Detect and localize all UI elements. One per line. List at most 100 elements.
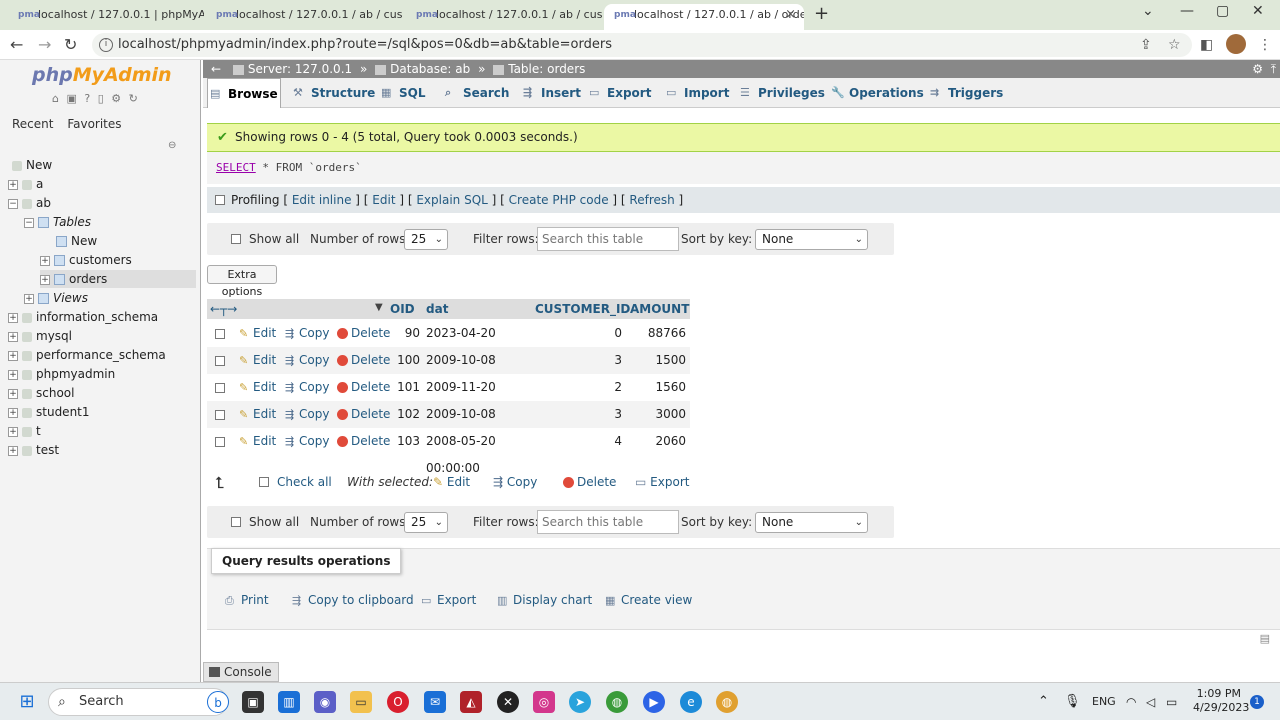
cell-oid[interactable]: 103: [390, 428, 420, 455]
media-app-icon[interactable]: ◭: [460, 691, 482, 713]
explain-sql-link[interactable]: Explain SQL: [416, 193, 488, 207]
create-php-code-link[interactable]: Create PHP code: [509, 193, 609, 207]
bookmark-icon[interactable]: ▤: [1260, 632, 1270, 645]
expand-icon[interactable]: +: [8, 312, 18, 323]
site-info-icon[interactable]: i: [99, 38, 113, 52]
docs-icon[interactable]: ▯: [98, 92, 106, 105]
breadcrumb-database[interactable]: Database: ab: [390, 62, 470, 76]
row-copy-button[interactable]: ⇶ Copy: [285, 320, 329, 347]
tree-db-a[interactable]: + a: [8, 175, 43, 193]
notification-badge[interactable]: 1: [1250, 695, 1264, 709]
bulk-edit-button[interactable]: ✎ Edit: [433, 470, 470, 495]
tree-table-orders[interactable]: + orders: [40, 270, 196, 288]
column-header-amount[interactable]: AMOUNT: [630, 299, 689, 319]
cell-amount[interactable]: 3000: [630, 401, 686, 428]
expand-icon[interactable]: +: [8, 407, 18, 418]
zoom-icon[interactable]: ▶: [643, 691, 665, 713]
tree-tables-group[interactable]: − Tables: [24, 213, 91, 231]
row-edit-button[interactable]: ✎ Edit: [239, 428, 276, 455]
chrome-icon[interactable]: ◍: [606, 691, 628, 713]
column-header-oid[interactable]: OID: [390, 299, 415, 319]
telegram-icon[interactable]: ➤: [569, 691, 591, 713]
sql-keyword-select[interactable]: SELECT: [216, 161, 256, 174]
cell-oid[interactable]: 102: [390, 401, 420, 428]
close-window-icon[interactable]: ✕: [1252, 3, 1264, 19]
cell-customer-id[interactable]: 4: [535, 428, 622, 455]
sidepanel-icon[interactable]: ◧: [1200, 37, 1213, 53]
url-field[interactable]: i localhost/phpmyadmin/index.php?route=/…: [92, 33, 1192, 57]
tray-chevron-up-icon[interactable]: ⌃: [1038, 683, 1049, 721]
create-view-button[interactable]: ▦ Create view: [605, 593, 692, 607]
windows-start-icon[interactable]: ⊞: [16, 691, 38, 713]
bookmark-star-icon[interactable]: ☆: [1168, 37, 1181, 53]
row-edit-button[interactable]: ✎ Edit: [239, 347, 276, 374]
row-edit-button[interactable]: ✎ Edit: [239, 320, 276, 347]
show-all-checkbox[interactable]: [231, 234, 241, 244]
minimize-icon[interactable]: —: [1180, 3, 1194, 19]
bulk-delete-button[interactable]: Delete: [563, 470, 616, 495]
chevron-down-icon[interactable]: ⌄: [1142, 3, 1154, 19]
tree-db-mysql[interactable]: + mysql: [8, 327, 72, 345]
browser-tab-3[interactable]: pma localhost / 127.0.0.1 / ab / custo: [406, 4, 602, 30]
tab-structure[interactable]: ⚒ Structure: [291, 78, 375, 108]
sort-by-key-select[interactable]: None ⌄: [755, 512, 868, 533]
column-header-dat[interactable]: dat: [426, 299, 448, 319]
tree-views-group[interactable]: + Views: [24, 289, 88, 307]
collapse-sidebar-icon[interactable]: ←: [211, 62, 221, 76]
mail-icon[interactable]: ✉: [424, 691, 446, 713]
opera-icon[interactable]: O: [387, 691, 409, 713]
tab-search[interactable]: ⌕ Search: [443, 78, 509, 108]
cell-customer-id[interactable]: 3: [535, 401, 622, 428]
profile-avatar[interactable]: [1226, 34, 1246, 54]
sort-by-key-select[interactable]: None ⌄: [755, 229, 868, 250]
link-collapse-icon[interactable]: ⊖: [168, 140, 176, 151]
row-edit-button[interactable]: ✎ Edit: [239, 374, 276, 401]
tree-db-phpmyadmin[interactable]: + phpmyadmin: [8, 365, 115, 383]
copy-to-clipboard-button[interactable]: ⇶ Copy to clipboard: [292, 593, 414, 607]
row-checkbox[interactable]: [215, 356, 225, 366]
phpmyadmin-logo[interactable]: phpMyAdmin: [32, 64, 172, 86]
expand-icon[interactable]: +: [8, 331, 18, 342]
tab-triggers[interactable]: ⇉ Triggers: [928, 78, 1003, 108]
cell-customer-id[interactable]: 3: [535, 347, 622, 374]
cell-oid[interactable]: 101: [390, 374, 420, 401]
volume-icon[interactable]: ◁: [1146, 683, 1155, 721]
row-delete-button[interactable]: Delete: [337, 428, 390, 455]
tab-privileges[interactable]: ☰ Privileges: [738, 78, 825, 108]
cell-amount[interactable]: 88766: [630, 320, 686, 347]
show-all-checkbox[interactable]: [231, 517, 241, 527]
tree-db-performance-schema[interactable]: + performance_schema: [8, 346, 166, 364]
export-button[interactable]: ▭ Export: [421, 593, 476, 607]
cell-customer-id[interactable]: 0: [535, 320, 622, 347]
back-icon[interactable]: ←: [10, 35, 23, 54]
row-checkbox[interactable]: [215, 329, 225, 339]
tree-db-ab[interactable]: − ab: [8, 194, 51, 212]
display-chart-button[interactable]: ▥ Display chart: [497, 593, 592, 607]
forward-icon[interactable]: →: [38, 35, 51, 54]
row-checkbox[interactable]: [215, 437, 225, 447]
column-dropdown-icon[interactable]: ▼: [375, 299, 383, 317]
browser-tab-1[interactable]: pma localhost / 127.0.0.1 | phpMyAdm: [8, 4, 204, 30]
bing-icon[interactable]: b: [207, 691, 229, 713]
settings-gear-icon[interactable]: ⚙: [111, 92, 123, 105]
tree-tables-new[interactable]: New: [56, 232, 97, 250]
tree-db-test[interactable]: + test: [8, 441, 59, 459]
maximize-icon[interactable]: ▢: [1216, 3, 1229, 19]
expand-icon[interactable]: +: [8, 426, 18, 437]
recent-tab[interactable]: Recent: [12, 117, 53, 131]
task-view-icon[interactable]: ▣: [242, 691, 264, 713]
bulk-export-button[interactable]: ▭ Export: [635, 470, 689, 495]
bulk-copy-button[interactable]: ⇶ Copy: [493, 470, 537, 495]
new-tab-icon[interactable]: +: [814, 3, 829, 24]
check-all-checkbox[interactable]: [259, 477, 269, 487]
tab-operations[interactable]: 🔧 Operations: [829, 78, 924, 108]
close-tab-icon[interactable]: ×: [785, 4, 796, 26]
expand-icon[interactable]: +: [8, 369, 18, 380]
settings-gear-icon[interactable]: ⚙: [1252, 62, 1263, 76]
expand-icon[interactable]: +: [8, 350, 18, 361]
microphone-icon[interactable]: 🎙: [1064, 683, 1081, 721]
collapse-icon[interactable]: −: [24, 217, 34, 228]
reload-icon[interactable]: ↻: [64, 35, 77, 54]
instagram-icon[interactable]: ◎: [533, 691, 555, 713]
language-indicator[interactable]: ENG: [1092, 683, 1116, 721]
